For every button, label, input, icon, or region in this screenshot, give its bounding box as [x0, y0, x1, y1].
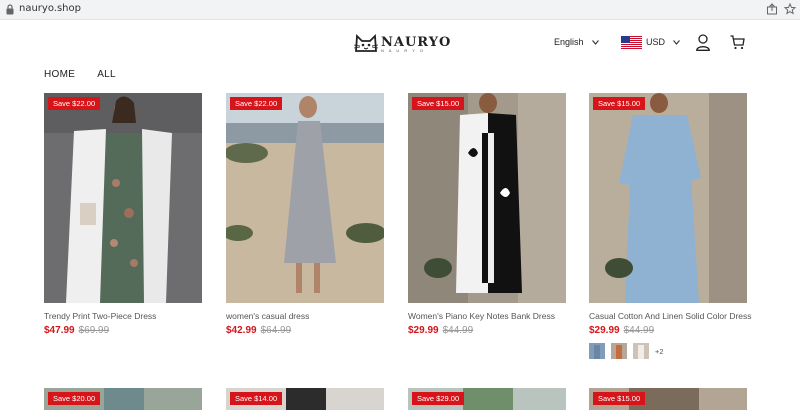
save-badge: Save $15.00: [412, 97, 465, 110]
url-text[interactable]: nauryo.shop: [19, 3, 81, 14]
product-prices: $47.99 $69.99: [44, 325, 202, 336]
product-image[interactable]: Save $22.00: [226, 93, 384, 303]
chevron-down-icon: [591, 39, 599, 45]
nav-item-all[interactable]: ALL: [97, 69, 116, 80]
language-label: English: [554, 37, 584, 47]
sale-price: $42.99: [226, 325, 257, 336]
more-swatches-count[interactable]: +2: [655, 347, 664, 356]
save-badge: Save $15.00: [593, 97, 646, 110]
browser-address-bar: nauryo.shop: [0, 0, 800, 20]
bookmark-star-icon[interactable]: [784, 3, 796, 15]
language-selector[interactable]: English: [554, 37, 599, 47]
user-account-icon[interactable]: [696, 34, 710, 51]
product-prices: $29.99 $44.99: [589, 325, 747, 336]
brand-logo[interactable]: NAURYO N A U R Y O: [354, 32, 451, 54]
product-title[interactable]: Women's Piano Key Notes Bank Dress: [408, 311, 566, 321]
color-swatch[interactable]: [611, 343, 627, 359]
save-badge: Save $22.00: [48, 97, 101, 110]
currency-label: USD: [646, 37, 666, 47]
compare-price: $44.99: [442, 325, 474, 336]
save-badge: Save $22.00: [230, 97, 283, 110]
save-badge: Save $29.00: [412, 392, 465, 405]
cat-logo-icon: [354, 33, 378, 52]
sale-price: $29.99: [589, 325, 620, 336]
save-badge: Save $15.00: [593, 392, 646, 405]
brand-subtitle: N A U R Y O: [381, 48, 426, 53]
sale-price: $29.99: [408, 325, 439, 336]
compare-price: $69.99: [78, 325, 110, 336]
sale-price: $47.99: [44, 325, 75, 336]
compare-price: $64.99: [260, 325, 292, 336]
chevron-down-icon: [673, 39, 680, 45]
product-image[interactable]: Save $22.00: [44, 93, 202, 303]
product-card[interactable]: Save $22.00 women's casual dress $42.99 $…: [226, 93, 384, 336]
product-card[interactable]: Save $14.00: [226, 388, 384, 410]
product-card[interactable]: Save $20.00: [44, 388, 202, 410]
save-badge: Save $14.00: [230, 392, 283, 405]
us-flag-icon: [621, 35, 642, 49]
color-swatch[interactable]: [633, 343, 649, 359]
currency-selector[interactable]: USD: [621, 35, 680, 49]
product-title[interactable]: women's casual dress: [226, 311, 384, 321]
compare-price: $44.99: [623, 325, 655, 336]
main-nav: HOME ALL: [44, 69, 138, 80]
product-card[interactable]: Save $22.00 Trendy Print Two-Piece Dress…: [44, 93, 202, 336]
product-title[interactable]: Trendy Print Two-Piece Dress: [44, 311, 202, 321]
cart-icon[interactable]: [730, 35, 745, 50]
product-image[interactable]: Save $15.00: [589, 93, 747, 303]
product-image[interactable]: Save $15.00: [408, 93, 566, 303]
product-card[interactable]: Save $15.00: [589, 388, 747, 410]
product-card[interactable]: Save $15.00 Women's Piano Key Notes Bank…: [408, 93, 566, 336]
color-swatch[interactable]: [589, 343, 605, 359]
product-prices: $42.99 $64.99: [226, 325, 384, 336]
product-card[interactable]: Save $29.00: [408, 388, 566, 410]
product-title[interactable]: Casual Cotton And Linen Solid Color Dres…: [589, 311, 752, 321]
color-swatches: +2: [589, 343, 747, 359]
product-prices: $29.99 $44.99: [408, 325, 566, 336]
share-icon[interactable]: [766, 3, 778, 15]
product-card[interactable]: Save $15.00 Casual Cotton And Linen Soli…: [589, 93, 752, 359]
nav-item-home[interactable]: HOME: [44, 69, 75, 80]
save-badge: Save $20.00: [48, 392, 101, 405]
lock-icon: [6, 4, 14, 15]
